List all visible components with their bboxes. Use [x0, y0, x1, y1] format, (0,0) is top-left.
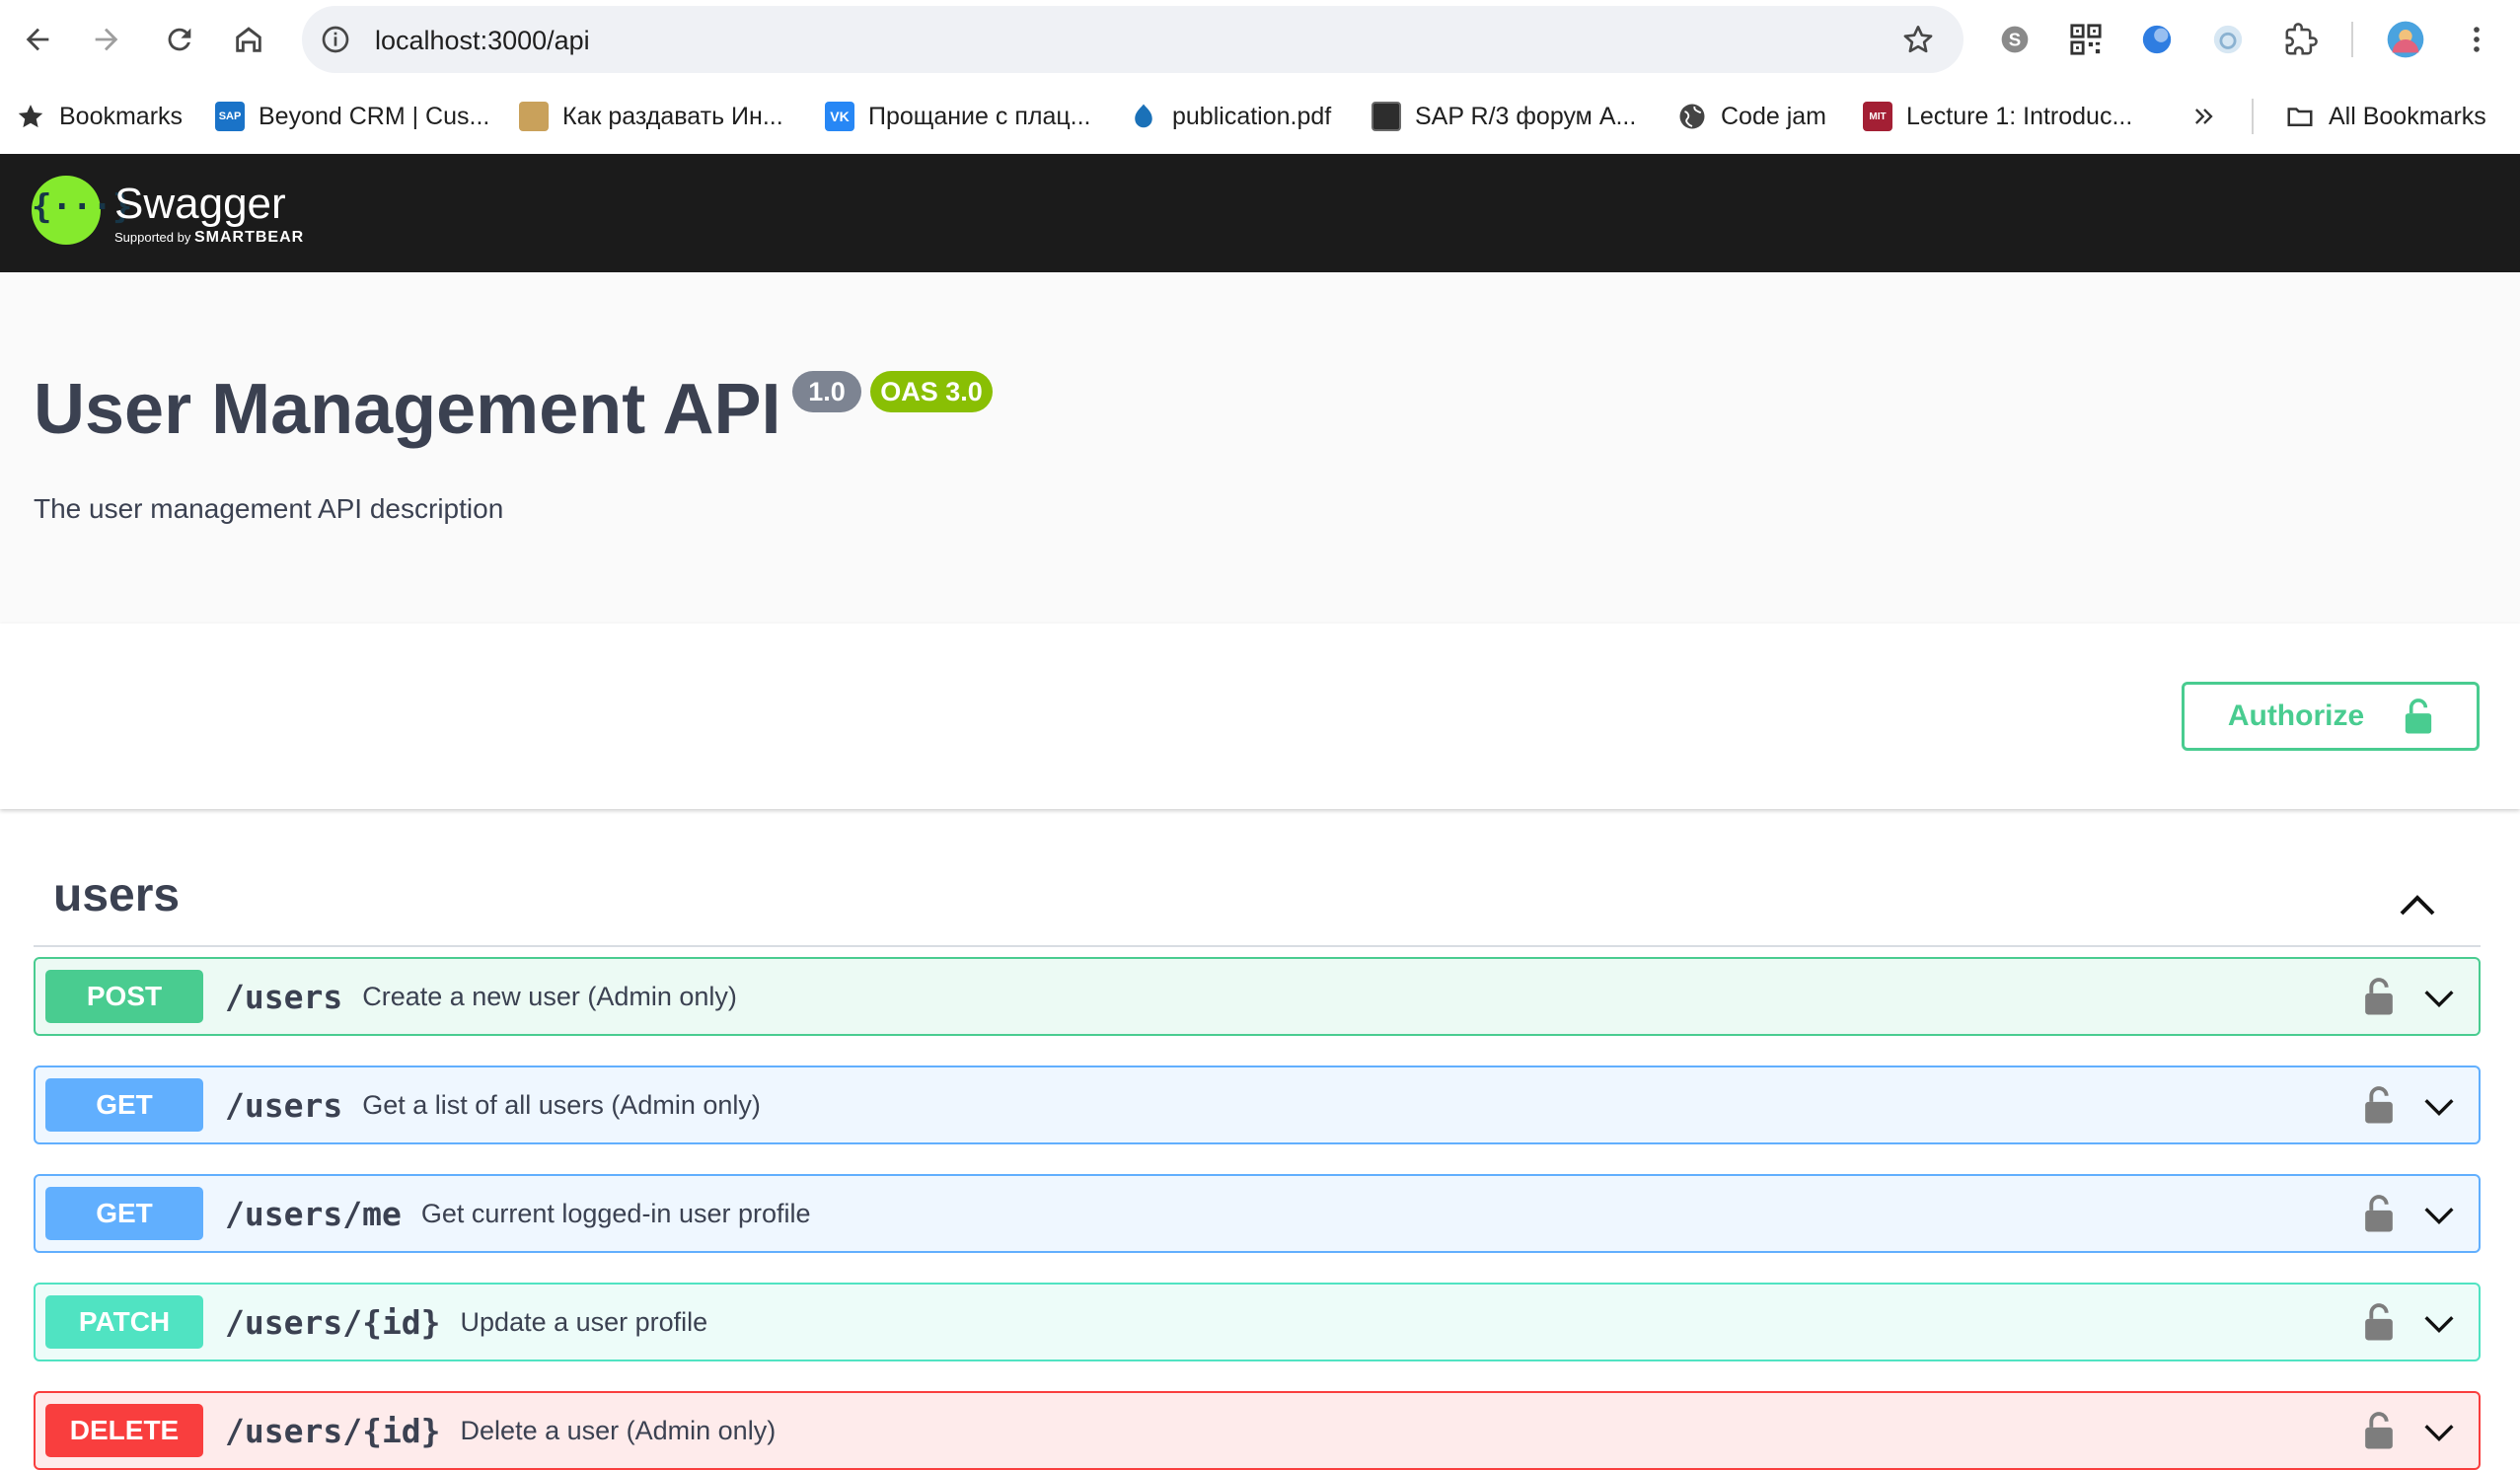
chevron-down-icon[interactable] [2419, 1304, 2459, 1344]
forum-icon [1371, 102, 1401, 131]
operation-path: /users [225, 977, 343, 1016]
toolbar-separator [2351, 22, 2353, 57]
authorize-button[interactable]: Authorize [2182, 682, 2480, 751]
sap-icon: SAP [215, 102, 245, 131]
scheme-container: Authorize [0, 624, 2520, 809]
globe-icon [1679, 104, 1705, 129]
arrow-left-icon [26, 28, 49, 51]
vk-icon: VK [825, 102, 854, 131]
api-info: User Management API 1.0 OAS 3.0 The user… [0, 272, 2520, 624]
chevron-down-icon[interactable] [2419, 1413, 2459, 1452]
bookmark-item[interactable]: Как раздавать Ин... [519, 97, 783, 136]
oas-badge: OAS 3.0 [870, 371, 993, 412]
bookmarks-separator [2252, 99, 2254, 134]
page-title: User Management API [34, 370, 781, 449]
unlocked-icon[interactable] [2362, 1194, 2396, 1233]
browser-extension-light-icon[interactable] [2208, 20, 2248, 59]
chevron-down-icon[interactable] [2419, 1087, 2459, 1127]
bookmark-label: Lecture 1: Introduc... [1906, 102, 2133, 130]
operation-delete-user[interactable]: DELETE /users/{id} Delete a user (Admin … [34, 1391, 2481, 1470]
bookmark-item[interactable]: Bookmarks [16, 97, 183, 136]
skype-extension-icon[interactable]: S [1995, 20, 2035, 59]
operation-post-users[interactable]: POST /users Create a new user (Admin onl… [34, 957, 2481, 1036]
operation-summary: Get current logged-in user profile [420, 1198, 811, 1228]
operation-summary: Update a user profile [460, 1306, 708, 1337]
address-bar[interactable]: localhost:3000/api [302, 6, 1964, 73]
all-bookmarks-label: All Bookmarks [2329, 102, 2486, 130]
unlocked-icon[interactable] [2362, 977, 2396, 1016]
chevron-double-right-icon [2195, 109, 2213, 124]
back-button[interactable] [14, 16, 61, 63]
profile-avatar[interactable] [2386, 20, 2425, 59]
folder-icon [2287, 108, 2313, 126]
method-badge: DELETE [45, 1404, 203, 1457]
method-badge: POST [45, 970, 203, 1023]
authorize-label: Authorize [2227, 699, 2365, 732]
chevron-down-icon[interactable] [2419, 979, 2459, 1018]
bookmark-label: Прощание с плац... [868, 102, 1091, 130]
tag-name: users [53, 869, 181, 921]
tag-users-header[interactable]: users [34, 864, 2481, 947]
unlocked-icon[interactable] [2362, 1302, 2396, 1342]
operation-summary: Get a list of all users (Admin only) [362, 1089, 761, 1120]
bookmark-label: Code jam [1721, 102, 1826, 130]
mit-icon: MIT [1863, 102, 1892, 131]
swagger-topbar: {···} Swagger Supported by SMARTBEAR [0, 154, 2520, 272]
home-icon [236, 27, 261, 52]
bookmark-item[interactable]: Code jam [1677, 97, 1826, 136]
operation-get-users-me[interactable]: GET /users/me Get current logged-in user… [34, 1174, 2481, 1253]
swagger-logo-name: Swagger [114, 180, 286, 228]
browser-menu-icon[interactable] [2457, 20, 2496, 59]
bookmark-label: SAP R/3 форум A... [1415, 102, 1637, 130]
forward-button[interactable] [83, 16, 130, 63]
bookmark-label: Beyond CRM | Cus... [259, 102, 490, 130]
bookmark-item[interactable]: VK Прощание с плац... [825, 97, 1091, 136]
operation-patch-user[interactable]: PATCH /users/{id} Update a user profile [34, 1283, 2481, 1361]
operation-path: /users/{id} [225, 1302, 441, 1342]
star-icon [18, 105, 43, 128]
method-badge: GET [45, 1187, 203, 1240]
unlocked-icon[interactable] [2362, 1411, 2396, 1450]
browser-extension-blue-icon[interactable] [2137, 20, 2177, 59]
swagger-logo-sub: Supported by SMARTBEAR [114, 229, 305, 246]
operation-path: /users [225, 1085, 343, 1125]
svg-text:S: S [2009, 30, 2021, 50]
more-bookmarks-button[interactable] [2190, 97, 2218, 136]
bookmark-item[interactable]: SAP R/3 форум A... [1371, 97, 1636, 136]
browser-toolbar: localhost:3000/api S [0, 0, 2520, 79]
bookmark-star-icon[interactable] [1902, 24, 1934, 55]
bookmark-item[interactable]: MIT Lecture 1: Introduc... [1863, 97, 2132, 136]
bookmark-item[interactable]: publication.pdf [1129, 97, 1331, 136]
bookmarks-bar: Bookmarks SAP Beyond CRM | Cus... Как ра… [0, 79, 2520, 154]
page-icon [519, 102, 549, 131]
home-button[interactable] [225, 16, 272, 63]
unlocked-icon [2406, 698, 2432, 734]
swagger-logo[interactable]: {···} Swagger Supported by SMARTBEAR [32, 174, 387, 253]
bookmark-item[interactable]: SAP Beyond CRM | Cus... [215, 97, 489, 136]
drupal-icon [1135, 104, 1152, 128]
url-text[interactable]: localhost:3000/api [375, 26, 590, 56]
operation-summary: Delete a user (Admin only) [460, 1415, 777, 1445]
version-badge: 1.0 [792, 371, 861, 412]
swagger-logo-icon: {···} [32, 176, 132, 245]
bookmark-label: Bookmarks [59, 102, 184, 130]
extensions-puzzle-icon[interactable] [2281, 20, 2321, 59]
reload-button[interactable] [156, 16, 203, 63]
reload-icon [168, 28, 191, 51]
method-badge: PATCH [45, 1295, 203, 1349]
chevron-up-icon[interactable] [2394, 882, 2441, 929]
method-badge: GET [45, 1078, 203, 1132]
all-bookmarks-button[interactable]: All Bookmarks [2285, 97, 2486, 136]
operation-path: /users/me [225, 1194, 402, 1233]
bookmark-label: Как раздавать Ин... [562, 102, 783, 130]
chevron-down-icon[interactable] [2419, 1196, 2459, 1235]
bookmark-label: publication.pdf [1172, 102, 1332, 130]
arrow-right-icon [95, 28, 118, 51]
operation-summary: Create a new user (Admin only) [362, 981, 737, 1011]
qr-code-extension-icon[interactable] [2066, 20, 2106, 59]
operation-get-users[interactable]: GET /users Get a list of all users (Admi… [34, 1066, 2481, 1144]
api-description: The user management API description [34, 493, 504, 524]
info-icon[interactable] [320, 24, 351, 55]
unlocked-icon[interactable] [2362, 1085, 2396, 1125]
